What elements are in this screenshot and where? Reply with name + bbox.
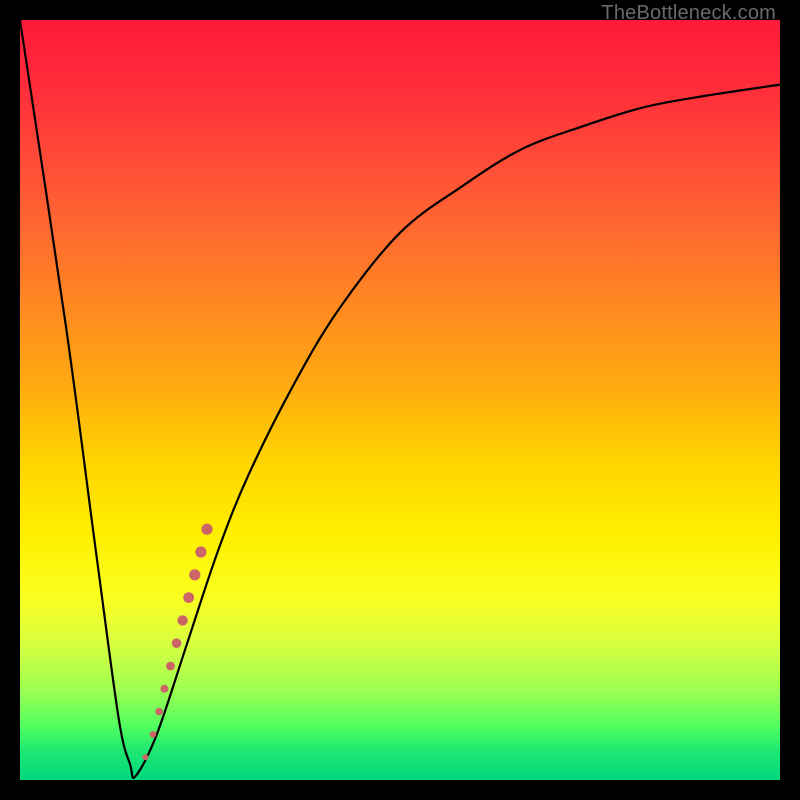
watermark-text: TheBottleneck.com (601, 2, 776, 25)
plot-area (20, 20, 780, 780)
marker-dot (177, 615, 187, 625)
marker-dot (150, 731, 157, 738)
marker-dot (142, 754, 148, 760)
marker-dot (201, 524, 212, 535)
chart-frame: TheBottleneck.com (0, 0, 800, 800)
marker-dot (160, 685, 168, 693)
marker-dot (189, 569, 200, 580)
curve-svg (20, 20, 780, 780)
marker-dot (172, 638, 182, 648)
marker-dot (166, 662, 175, 671)
marker-dot (155, 708, 163, 716)
bottleneck-curve (20, 20, 780, 778)
marker-dot (183, 592, 194, 603)
marker-dot (195, 546, 206, 557)
highlight-markers (142, 524, 212, 761)
